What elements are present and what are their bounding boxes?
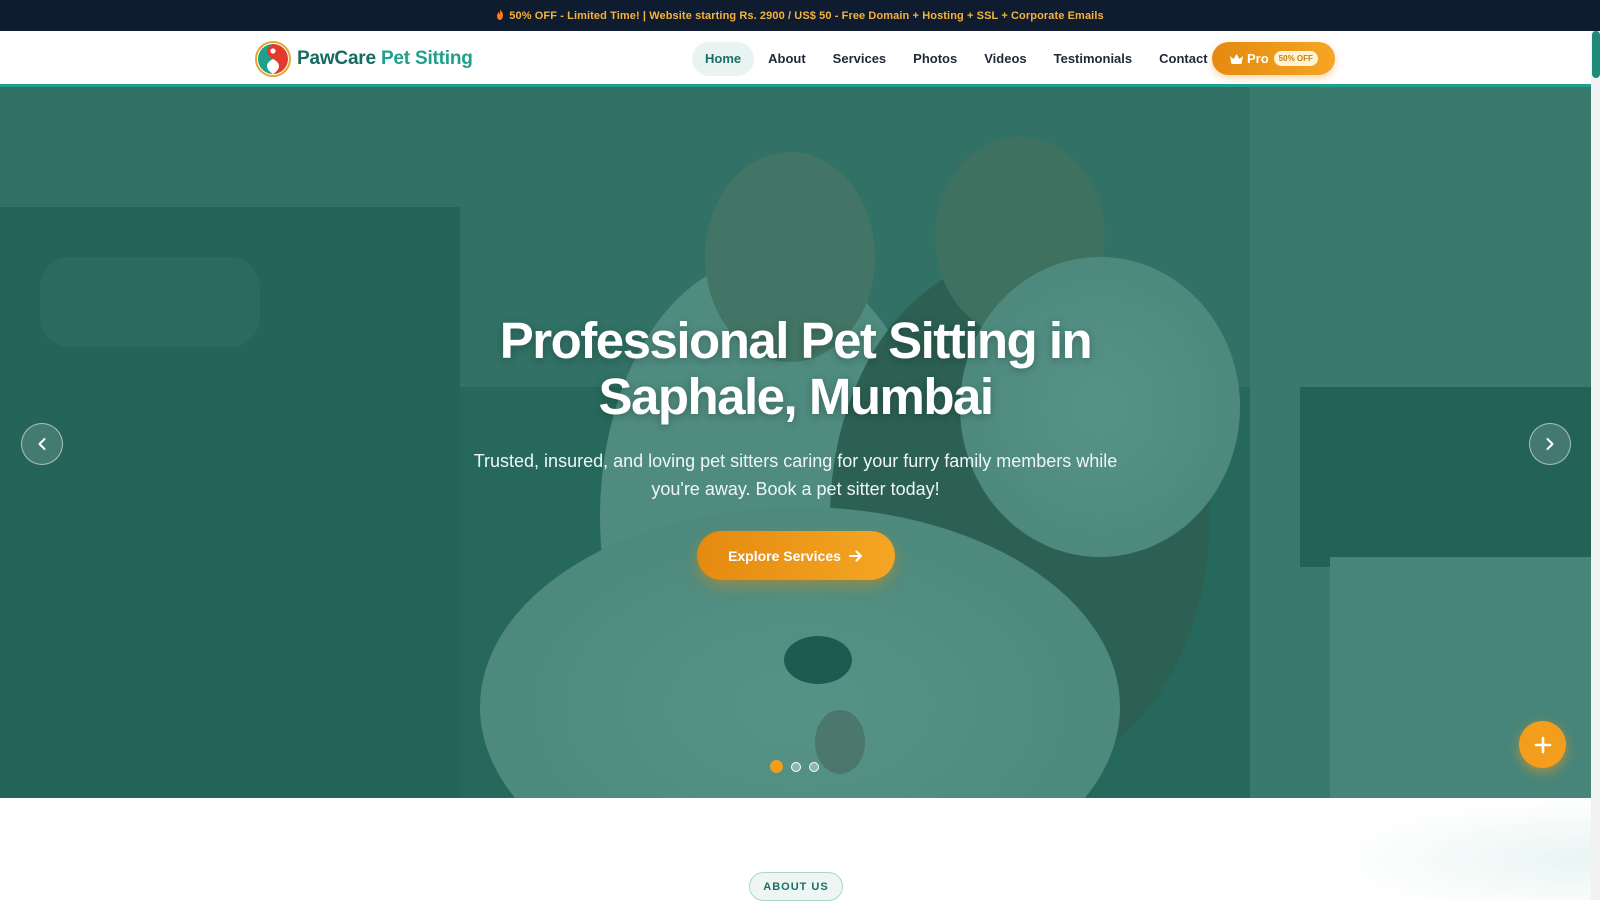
brand-name-part1: PawCare	[297, 48, 376, 69]
nav-contact[interactable]: Contact	[1146, 42, 1220, 76]
slider-prev-button[interactable]	[21, 423, 63, 465]
brand-name: PawCare Pet Sitting	[297, 48, 473, 70]
scrollbar-thumb[interactable]	[1592, 31, 1600, 78]
chevron-left-icon	[38, 438, 46, 450]
brand-name-part2: Pet Sitting	[375, 48, 473, 69]
pawcare-logo	[255, 41, 291, 77]
section-label-about: ABOUT US	[749, 872, 843, 901]
slider-dot-3[interactable]	[809, 761, 819, 772]
site-header: PawCare Pet Sitting Home About Services …	[0, 31, 1591, 87]
crown-icon	[1230, 53, 1243, 64]
nav-services[interactable]: Services	[820, 42, 900, 76]
plus-icon	[1534, 736, 1551, 753]
slider-dots	[770, 760, 827, 773]
nav-videos[interactable]: Videos	[971, 42, 1039, 76]
floating-action-button[interactable]	[1519, 721, 1566, 768]
slider-dot-1[interactable]	[770, 760, 783, 773]
pro-label: Pro	[1247, 51, 1269, 66]
promo-text: 50% OFF - Limited Time! | Website starti…	[509, 10, 1104, 22]
slider-next-button[interactable]	[1529, 423, 1571, 465]
hero-subtitle: Trusted, insured, and loving pet sitters…	[473, 451, 1118, 499]
hero-title: Professional Pet Sitting in Saphale, Mum…	[499, 312, 1093, 425]
hero-slider: Professional Pet Sitting in Saphale, Mum…	[0, 87, 1591, 798]
promo-text-wrap: 50% OFF - Limited Time! | Website starti…	[496, 9, 1104, 22]
nav-photos[interactable]: Photos	[900, 42, 970, 76]
page-scrollbar[interactable]	[1591, 31, 1600, 900]
main-nav: Home About Services Photos Videos Testim…	[692, 42, 1222, 76]
explore-services-button[interactable]: Explore Services	[696, 531, 895, 580]
nav-about[interactable]: About	[755, 42, 819, 76]
pro-button[interactable]: Pro 50% OFF	[1212, 42, 1335, 75]
nav-home[interactable]: Home	[692, 42, 755, 76]
promo-banner: 50% OFF - Limited Time! | Website starti…	[0, 0, 1600, 31]
discount-badge: 50% OFF	[1273, 51, 1318, 66]
hero-content: Professional Pet Sitting in Saphale, Mum…	[0, 313, 1591, 580]
about-section: ABOUT US	[0, 798, 1591, 901]
chevron-right-icon	[1546, 438, 1554, 450]
brand-logo-link[interactable]: PawCare Pet Sitting	[255, 41, 473, 77]
cta-label: Explore Services	[728, 547, 841, 564]
slider-dot-2[interactable]	[791, 761, 801, 772]
decorative-glow	[1331, 798, 1591, 900]
arrow-right-icon	[848, 550, 862, 561]
fire-icon	[497, 9, 504, 20]
nav-testimonials[interactable]: Testimonials	[1041, 42, 1146, 76]
